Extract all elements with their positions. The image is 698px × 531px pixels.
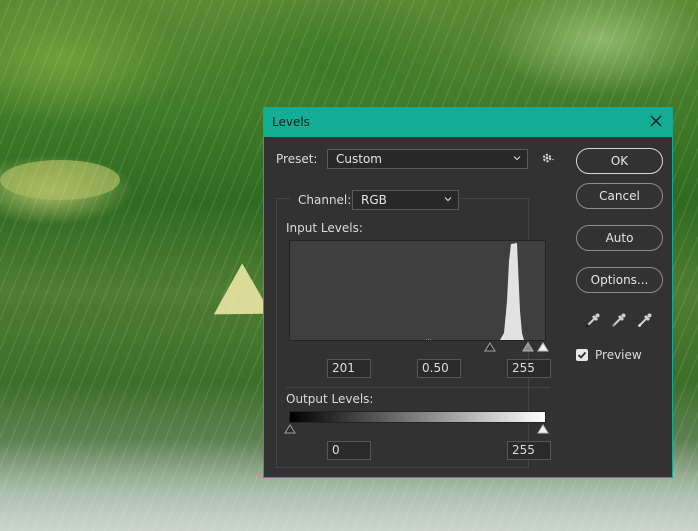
input-black-field[interactable]: 201 xyxy=(327,359,371,378)
ok-button[interactable]: OK xyxy=(576,148,663,174)
input-gamma-field[interactable]: 0.50 xyxy=(417,359,461,378)
output-gradient xyxy=(289,411,546,423)
gray-point-eyedropper-icon[interactable] xyxy=(610,311,628,329)
preset-value: Custom xyxy=(336,152,382,166)
close-icon[interactable] xyxy=(648,113,664,129)
output-white-field[interactable]: 255 xyxy=(507,441,551,460)
levels-dialog: Levels Preset: Custom Channel: RGB Input… xyxy=(263,107,673,478)
output-black-field[interactable]: 0 xyxy=(327,441,371,460)
section-divider xyxy=(286,387,550,388)
cancel-button[interactable]: Cancel xyxy=(576,183,663,209)
input-levels-label: Input Levels: xyxy=(286,221,363,235)
input-gamma-slider[interactable] xyxy=(522,342,534,352)
output-black-slider[interactable] xyxy=(284,424,296,434)
options-button[interactable]: Options... xyxy=(576,267,663,293)
auto-button[interactable]: Auto xyxy=(576,225,663,251)
histogram xyxy=(289,240,546,341)
channel-label: Channel: xyxy=(298,193,352,207)
dialog-titlebar[interactable]: Levels xyxy=(264,108,672,137)
preview-label: Preview xyxy=(595,348,642,362)
output-white-slider[interactable] xyxy=(537,424,549,434)
checkmark-icon xyxy=(577,351,587,359)
gear-icon[interactable] xyxy=(540,150,556,166)
preset-select[interactable]: Custom xyxy=(327,149,528,169)
white-point-eyedropper-icon[interactable] xyxy=(636,311,654,329)
channel-select[interactable]: RGB xyxy=(352,190,459,210)
chevron-down-icon xyxy=(444,197,452,202)
input-black-slider[interactable] xyxy=(484,342,496,352)
preview-checkbox[interactable] xyxy=(576,349,588,361)
dialog-title: Levels xyxy=(272,115,310,129)
chevron-down-icon xyxy=(513,156,521,161)
input-white-slider[interactable] xyxy=(537,342,549,352)
input-white-field[interactable]: 255 xyxy=(507,359,551,378)
histogram-plot xyxy=(426,243,524,340)
preset-label: Preset: xyxy=(276,152,318,166)
black-point-eyedropper-icon[interactable] xyxy=(584,311,602,329)
channel-value: RGB xyxy=(361,193,387,207)
output-levels-label: Output Levels: xyxy=(286,392,374,406)
